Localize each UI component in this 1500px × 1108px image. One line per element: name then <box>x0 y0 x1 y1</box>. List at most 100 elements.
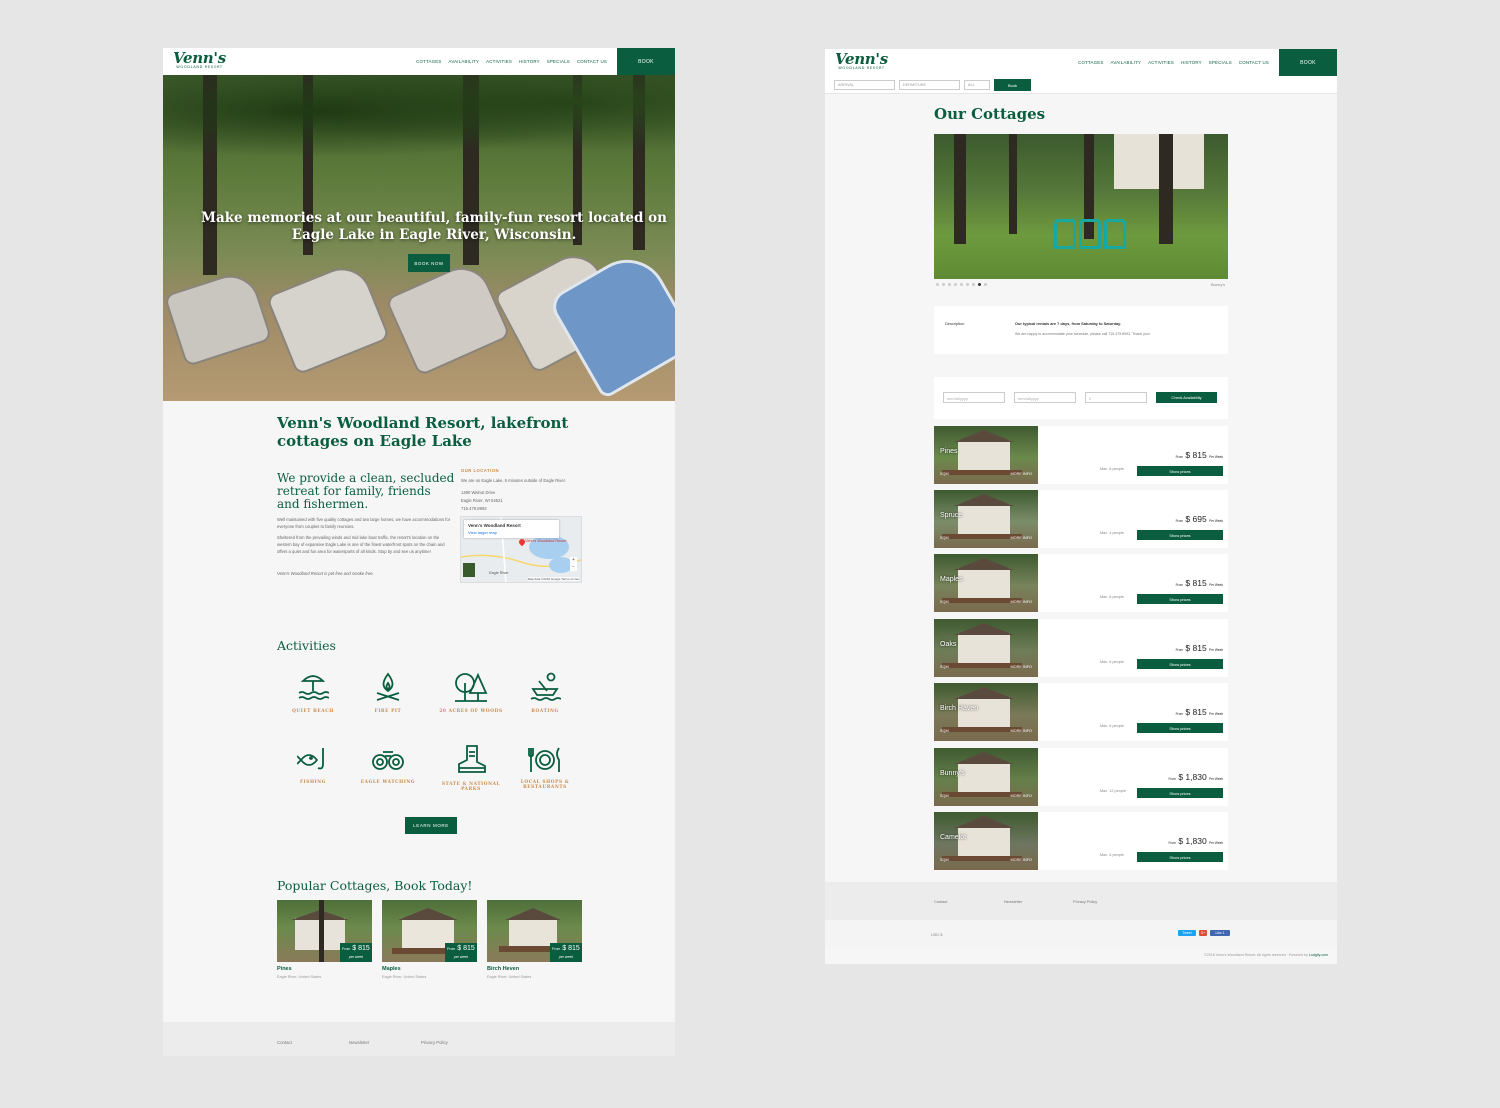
cottage-thumbnail[interactable]: Oaks SQM MORE INFO <box>934 619 1038 677</box>
show-prices-button[interactable]: Show prices <box>1137 852 1223 862</box>
price-value: $ 815 <box>1185 450 1207 460</box>
cottage-name[interactable]: Maples <box>382 966 477 972</box>
more-info-link[interactable]: MORE INFO <box>1010 794 1032 798</box>
cottage-location: Eagle River, United States <box>382 975 427 979</box>
cottage-card-pines[interactable]: From $ 815 per week Pines Eagle River, U… <box>277 900 372 979</box>
cottage-thumbnail[interactable]: Pines SQM MORE INFO <box>934 426 1038 484</box>
logo[interactable]: Venn's WOODLAND RESORT <box>173 51 226 70</box>
cottage-row: Pines SQM MORE INFO Max. 6 people From $ 815… <box>934 426 1228 484</box>
nav-links: COTTAGES AVAILABILITY ACTIVITIES HISTORY… <box>416 59 607 64</box>
google-plus-button[interactable]: G+ <box>1199 930 1207 936</box>
show-prices-button[interactable]: Show prices <box>1137 723 1223 733</box>
guests-select[interactable]: ALL <box>964 80 990 90</box>
book-button[interactable]: BOOK <box>1279 49 1337 76</box>
departure-input[interactable]: DEPARTURE <box>899 80 960 90</box>
cottage-name[interactable]: Pines <box>277 966 372 972</box>
book-now-button[interactable]: BOOK NOW <box>408 254 450 272</box>
footer: Contact Newsletter Privacy Policy <box>163 1022 675 1056</box>
nav-specials[interactable]: SPECIALS <box>1209 60 1232 65</box>
location-map[interactable]: Venn's Woodland Resort View larger map V… <box>460 516 582 583</box>
price-value: $ 815 <box>457 945 475 952</box>
cottage-thumbnail[interactable]: Bunny's SQM MORE INFO <box>934 748 1038 806</box>
tweet-button[interactable]: Tweet <box>1178 930 1196 936</box>
show-prices-button[interactable]: Show prices <box>1137 530 1223 540</box>
show-prices-button[interactable]: Show prices <box>1137 659 1223 669</box>
facebook-like-button[interactable]: Like 1 <box>1210 930 1230 936</box>
cottage-thumbnail[interactable]: Birch Haven SQM MORE INFO <box>934 683 1038 741</box>
nav-availability[interactable]: AVAILABILITY <box>449 59 480 64</box>
cottage-thumbnail[interactable]: Spruce SQM MORE INFO <box>934 490 1038 548</box>
footer-newsletter-link[interactable]: Newsletter <box>1004 899 1022 904</box>
show-prices-button[interactable]: Show prices <box>1137 788 1223 798</box>
cottage-slider-image[interactable] <box>934 134 1228 279</box>
cottage-card-maples[interactable]: From $ 815 per week Maples Eagle River, … <box>382 900 477 979</box>
activity-label: BOATING <box>531 709 559 714</box>
max-guests: Max. 6 people <box>1100 595 1124 599</box>
logo[interactable]: Venn's WOODLAND RESORT <box>835 50 888 71</box>
nav-availability[interactable]: AVAILABILITY <box>1111 60 1142 65</box>
check-availability-button[interactable]: Check Availability <box>1156 392 1217 403</box>
nav-links: COTTAGES AVAILABILITY ACTIVITIES HISTORY… <box>1078 60 1269 65</box>
more-info-link[interactable]: MORE INFO <box>1010 665 1032 669</box>
cottage-photo[interactable]: From $ 815 per week <box>487 900 582 962</box>
nav-contact[interactable]: CONTACT US <box>577 59 607 64</box>
nav-specials[interactable]: SPECIALS <box>547 59 570 64</box>
copyright: ©2018 Venn's Woodland Resort. All rights… <box>1204 953 1328 957</box>
view-larger-map-link[interactable]: View larger map <box>468 530 497 535</box>
cottage-photo[interactable]: From $ 815 per week <box>382 900 477 962</box>
cottage-card-birch-heven[interactable]: From $ 815 per week Birch Heven Eagle Ri… <box>487 900 582 979</box>
max-guests: Max. 6 people <box>1100 724 1124 728</box>
cottage-row-name: Camelot <box>940 834 967 841</box>
arrival-date-input[interactable]: mm/dd/yyyy <box>943 392 1005 403</box>
cottage-row-name: Maples <box>940 576 963 583</box>
activity-label: QUIET BEACH <box>292 709 334 714</box>
footer-privacy-link[interactable]: Privacy Policy <box>421 1040 448 1045</box>
more-info-link[interactable]: MORE INFO <box>1010 729 1032 733</box>
departure-date-input[interactable]: mm/dd/yyyy <box>1014 392 1076 403</box>
search-book-button[interactable]: Book <box>994 79 1031 91</box>
cottage-row: Camelot SQM MORE INFO Max. 6 people From $ 1… <box>934 812 1228 870</box>
slider-dots[interactable] <box>936 283 987 286</box>
nav-history[interactable]: HISTORY <box>1181 60 1202 65</box>
cottage-thumbnail[interactable]: Maples SQM MORE INFO <box>934 554 1038 612</box>
learn-more-button[interactable]: LEARN MORE <box>405 817 457 834</box>
logo-wordmark: Venn's <box>835 50 888 68</box>
footer-contact-link[interactable]: Contact <box>277 1040 292 1045</box>
popular-cottages-title: Popular Cottages, Book Today! <box>277 878 473 893</box>
price-from: From <box>1175 455 1184 459</box>
book-button[interactable]: BOOK <box>617 48 675 75</box>
more-info-link[interactable]: MORE INFO <box>1010 536 1032 540</box>
cottages-page-screenshot: Venn's WOODLAND RESORT COTTAGES AVAILABI… <box>825 49 1337 964</box>
phone-number[interactable]: 715.479.8993 <box>461 506 487 511</box>
nav-cottages[interactable]: COTTAGES <box>416 59 441 64</box>
arrival-input[interactable]: ARRIVAL <box>834 80 895 90</box>
nav-activities[interactable]: ACTIVITIES <box>486 59 512 64</box>
activity-eagle-watching: EAGLE WATCHING <box>348 746 428 785</box>
cottage-photo[interactable]: From $ 815 per week <box>277 900 372 962</box>
more-info-link[interactable]: MORE INFO <box>1010 858 1032 862</box>
nav-cottages[interactable]: COTTAGES <box>1078 60 1103 65</box>
currency-selector[interactable]: USD $ <box>931 932 942 937</box>
powered-by-link[interactable]: Lodgify.com <box>1309 953 1328 957</box>
price-value: $ 815 <box>1185 578 1207 588</box>
cottage-row-sqm: SQM <box>940 729 949 733</box>
nav-activities[interactable]: ACTIVITIES <box>1148 60 1174 65</box>
cottage-row-name: Bunny's <box>940 770 965 777</box>
cottage-name[interactable]: Birch Heven <box>487 966 582 972</box>
more-info-link[interactable]: MORE INFO <box>1010 600 1032 604</box>
about-lead: We provide a clean, secluded retreat for… <box>277 471 455 511</box>
cottage-thumbnail[interactable]: Camelot SQM MORE INFO <box>934 812 1038 870</box>
footer-newsletter-link[interactable]: Newsletter <box>349 1040 369 1045</box>
guests-dropdown[interactable]: 2 <box>1085 392 1147 403</box>
activity-label: EAGLE WATCHING <box>360 780 416 785</box>
location-intro: We are on Eagle Lake, 5 minutes outside … <box>461 478 566 483</box>
price-period: Per Week <box>1209 712 1223 716</box>
show-prices-button[interactable]: Show prices <box>1137 466 1223 476</box>
footer-privacy-link[interactable]: Privacy Policy <box>1073 899 1097 904</box>
more-info-link[interactable]: MORE INFO <box>1010 472 1032 476</box>
nav-history[interactable]: HISTORY <box>519 59 540 64</box>
nav-contact[interactable]: CONTACT US <box>1239 60 1269 65</box>
footer-contact-link[interactable]: Contact <box>934 899 947 904</box>
map-zoom-controls[interactable]: + − <box>570 557 577 571</box>
show-prices-button[interactable]: Show prices <box>1137 594 1223 604</box>
